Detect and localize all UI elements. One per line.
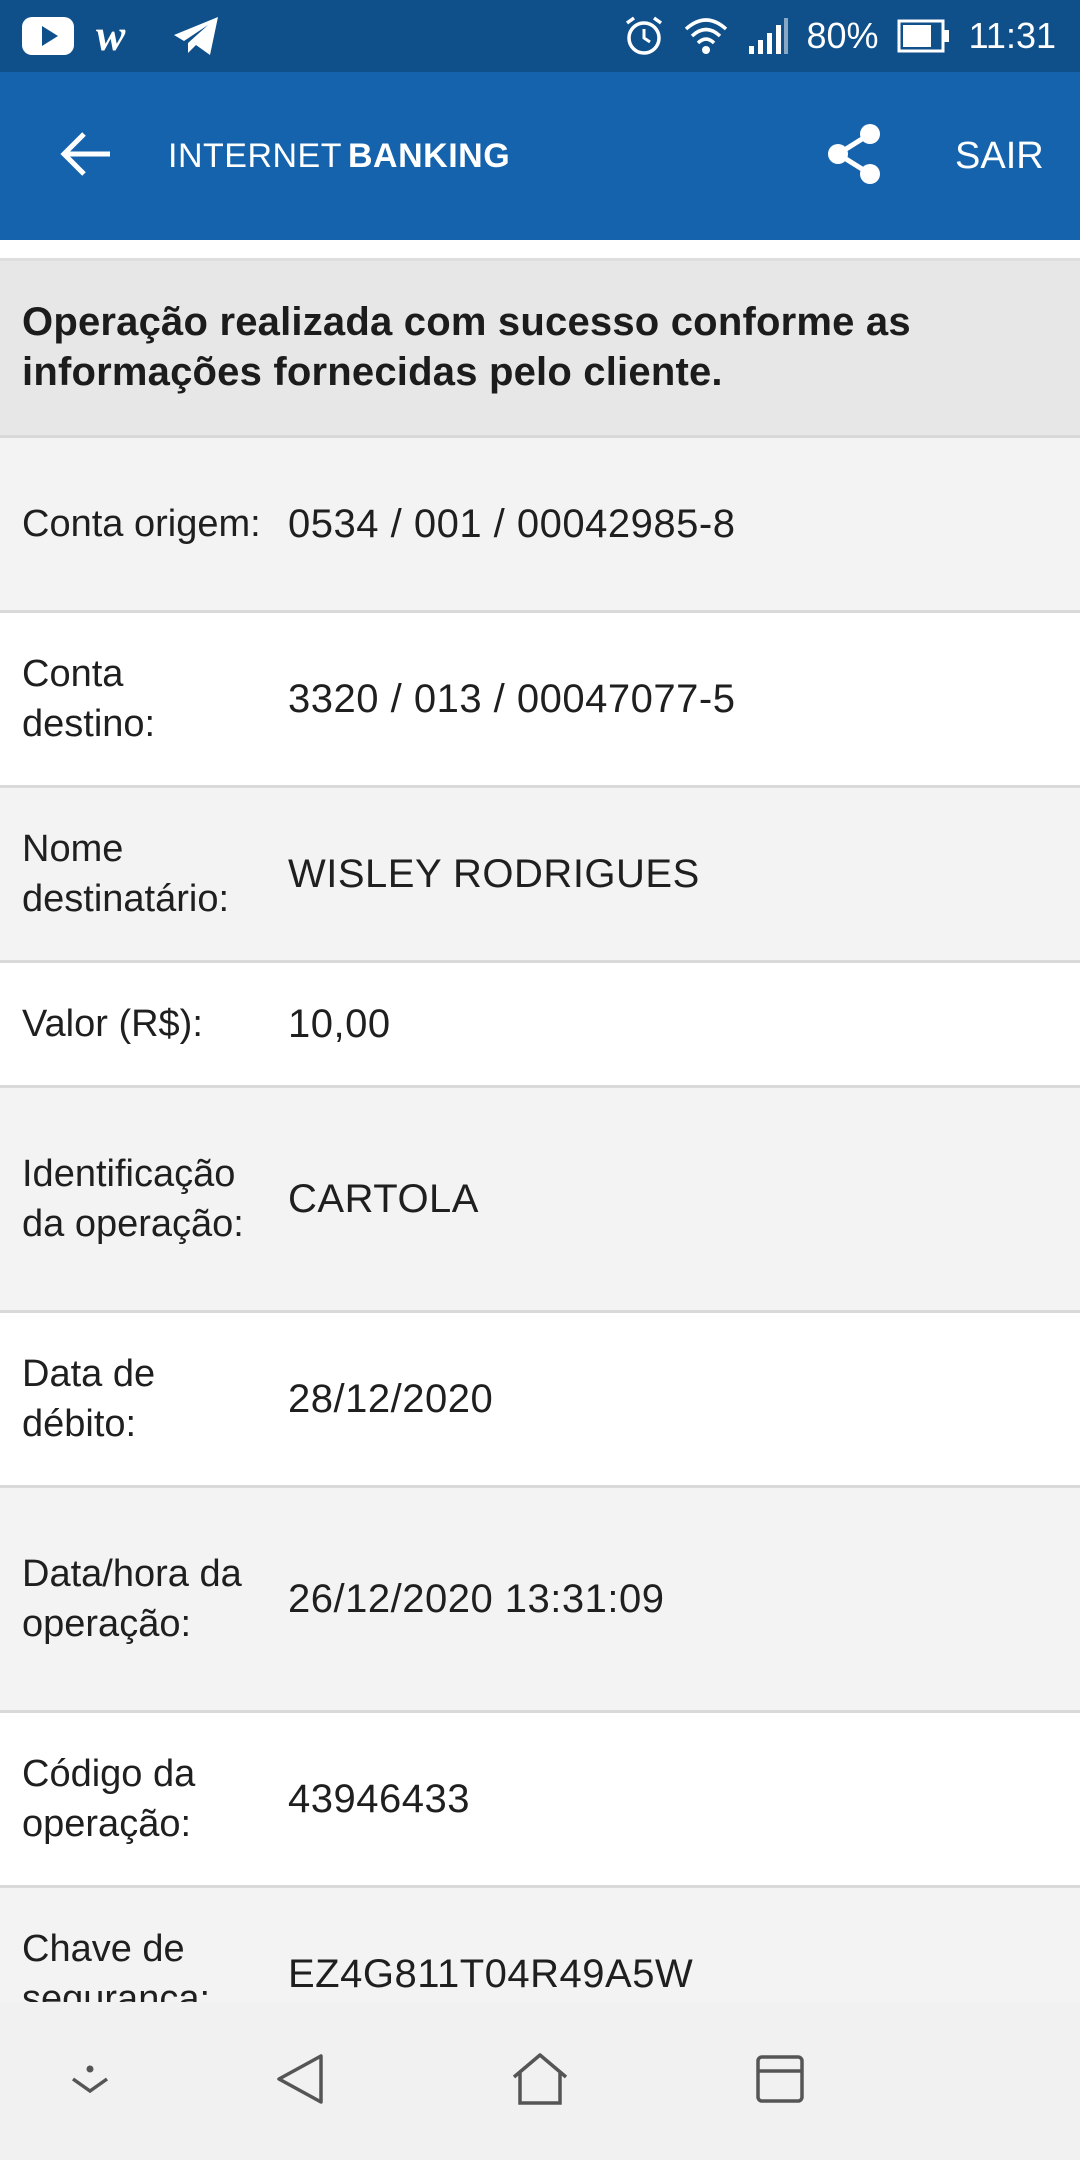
row-label: Data de débito: xyxy=(22,1353,156,1445)
receipt-row: Conta destino: 3320 / 013 / 00047077-5 xyxy=(0,613,1080,788)
success-message: Operação realizada com sucesso conforme … xyxy=(0,261,1080,438)
share-button[interactable] xyxy=(810,112,898,200)
row-label: Identificação da operação: xyxy=(22,1153,244,1245)
recents-icon xyxy=(754,2053,806,2110)
svg-text:w: w xyxy=(96,16,126,56)
battery-icon xyxy=(897,19,951,53)
row-value: 28/12/2020 xyxy=(288,1377,494,1421)
receipt-row: Conta origem: 0534 / 001 / 00042985-8 xyxy=(0,438,1080,613)
receipt-row: Data de débito: 28/12/2020 xyxy=(0,1313,1080,1488)
row-value: CARTOLA xyxy=(288,1177,479,1221)
clock: 11:31 xyxy=(968,15,1056,56)
app-bar: INTERNET BANKING SAIR xyxy=(0,72,1080,240)
back-button[interactable] xyxy=(44,114,128,198)
row-label: Código da operação: xyxy=(22,1753,196,1845)
row-value: 26/12/2020 13:31:09 xyxy=(288,1577,665,1621)
row-value: EZ4G811T04R49A5W xyxy=(288,1952,694,1996)
row-value: WISLEY RODRIGUES xyxy=(288,852,700,896)
app-title-regular: INTERNET xyxy=(168,136,342,175)
receipt-row: Código da operação: 43946433 xyxy=(0,1713,1080,1888)
w-app-icon: w xyxy=(96,16,150,56)
row-label: Nome destinatário: xyxy=(22,828,230,920)
receipt-row: Nome destinatário: WISLEY RODRIGUES xyxy=(0,788,1080,963)
row-value: 0534 / 001 / 00042985-8 xyxy=(288,502,736,546)
share-icon xyxy=(824,122,884,191)
back-triangle-icon xyxy=(273,2052,327,2111)
receipt-row: Valor (R$): 10,00 xyxy=(0,963,1080,1088)
row-label: Data/hora da operação: xyxy=(22,1553,242,1645)
screen: w 80% 11:31 INTERNET BANKING SAIR Operaç… xyxy=(0,0,1080,2160)
row-label: Conta origem: xyxy=(22,503,261,545)
system-status: 80% 11:31 xyxy=(623,0,1056,72)
home-icon xyxy=(510,2051,570,2112)
collapse-icon xyxy=(67,2059,113,2104)
youtube-icon xyxy=(22,17,74,55)
row-value: 43946433 xyxy=(288,1777,470,1821)
row-label: Conta destino: xyxy=(22,653,156,745)
status-bar: w 80% 11:31 xyxy=(0,0,1080,72)
system-nav-bar xyxy=(0,2002,1080,2160)
telegram-icon xyxy=(172,15,220,57)
row-value: 10,00 xyxy=(288,1002,391,1046)
app-title: INTERNET BANKING xyxy=(168,72,510,240)
receipt-row: Data/hora da operação: 26/12/2020 13:31:… xyxy=(0,1488,1080,1713)
nav-recents-button[interactable] xyxy=(735,2036,825,2126)
row-value: 3320 / 013 / 00047077-5 xyxy=(288,677,736,721)
arrow-left-icon xyxy=(58,130,114,183)
app-title-bold: BANKING xyxy=(348,136,511,175)
nav-back-button[interactable] xyxy=(255,2036,345,2126)
logout-button[interactable]: SAIR xyxy=(955,72,1044,240)
divider xyxy=(0,240,1080,261)
notification-icons: w xyxy=(22,12,220,60)
receipt-content[interactable]: Operação realizada com sucesso conforme … xyxy=(0,240,1080,2002)
row-label: Chave de segurança: xyxy=(22,1928,211,2002)
receipt-row: Chave de segurança: EZ4G811T04R49A5W xyxy=(0,1888,1080,2002)
signal-icon xyxy=(747,16,789,56)
row-label: Valor (R$): xyxy=(22,1003,203,1045)
wifi-icon xyxy=(683,15,729,57)
battery-percentage: 80% xyxy=(806,15,879,56)
collapse-nav-button[interactable] xyxy=(45,2036,135,2126)
alarm-icon xyxy=(623,15,665,57)
nav-home-button[interactable] xyxy=(495,2036,585,2126)
receipt-row: Identificação da operação: CARTOLA xyxy=(0,1088,1080,1313)
